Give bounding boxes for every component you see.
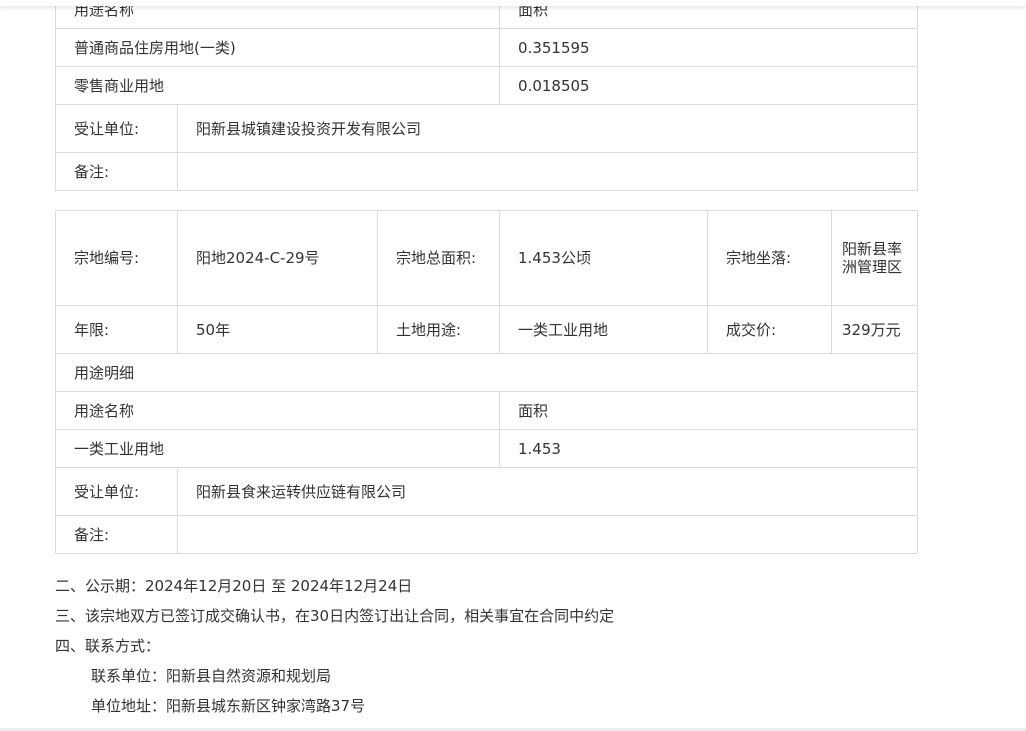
usage-header-row: 用途名称 面积 <box>55 391 918 430</box>
transferee-value: 阳新县城镇建设投资开发有限公司 <box>176 104 919 153</box>
total-area-value: 1.453公顷 <box>499 210 708 306</box>
usage-detail-row: 用途明细 <box>55 353 918 392</box>
table-row: 普通商品住房用地(一类) 0.351595 <box>54 28 919 67</box>
location-label: 宗地坐落: <box>707 210 832 306</box>
announcement-notes: 二、公示期：2024年12月20日 至 2024年12月24日 三、该宗地双方已… <box>55 571 955 721</box>
term-label: 年限: <box>55 305 178 354</box>
contact-title: 四、联系方式： <box>55 637 161 655</box>
table-row: 零售商业用地 0.018505 <box>54 66 919 105</box>
contact-unit: 联系单位：阳新县自然资源和规划局 <box>91 667 332 685</box>
parcel-number-label: 宗地编号: <box>55 210 178 306</box>
land-table-previous: 用途名称 面积 普通商品住房用地(一类) 0.351595 零售商业用地 0.0… <box>54 0 919 191</box>
contract-note: 三、该宗地双方已签订成交确认书，在30日内签订出让合同，相关事宜在合同中约定 <box>55 607 615 625</box>
area-cell: 0.351595 <box>499 28 919 67</box>
parcel-term-row: 年限: 50年 土地用途: 一类工业用地 成交价: 329万元 <box>55 305 918 354</box>
usage-name-header: 用途名称 <box>55 391 500 430</box>
land-table-parcel: 宗地编号: 阳地2024-C-29号 宗地总面积: 1.453公顷 宗地坐落: … <box>55 210 918 554</box>
remark-value <box>176 152 919 191</box>
price-value: 329万元 <box>831 305 918 354</box>
area-cell: 0.018505 <box>499 66 919 105</box>
usage-name-cell: 零售商业用地 <box>54 66 501 105</box>
remark-value <box>177 515 918 554</box>
usage-name-cell: 普通商品住房用地(一类) <box>54 28 501 67</box>
publicity-period: 二、公示期：2024年12月20日 至 2024年12月24日 <box>55 577 413 595</box>
area-cell: 1.453 <box>499 429 918 468</box>
parcel-number-value: 阳地2024-C-29号 <box>177 210 378 306</box>
transferee-value: 阳新县食来运转供应链有限公司 <box>177 467 918 516</box>
top-bar <box>0 0 1026 6</box>
transferee-row: 受让单位: 阳新县食来运转供应链有限公司 <box>55 467 918 516</box>
remark-label: 备注: <box>55 152 178 191</box>
transferee-label: 受让单位: <box>55 467 178 516</box>
usage-name-cell: 一类工业用地 <box>55 429 500 468</box>
land-use-value: 一类工业用地 <box>499 305 708 354</box>
land-use-label: 土地用途: <box>377 305 500 354</box>
remark-row: 备注: <box>55 515 918 554</box>
contact-address: 单位地址：阳新县城东新区钟家湾路37号 <box>91 697 366 715</box>
transferee-label: 受让单位: <box>55 104 178 153</box>
remark-row: 备注: <box>55 152 919 191</box>
table-row: 一类工业用地 1.453 <box>55 429 918 468</box>
price-label: 成交价: <box>707 305 832 354</box>
area-header: 面积 <box>499 391 918 430</box>
term-value: 50年 <box>177 305 378 354</box>
remark-label: 备注: <box>55 515 178 554</box>
location-value: 阳新县率洲管理区 <box>831 210 918 306</box>
transferee-row: 受让单位: 阳新县城镇建设投资开发有限公司 <box>55 104 919 153</box>
usage-detail-title: 用途明细 <box>55 353 918 392</box>
total-area-label: 宗地总面积: <box>377 210 500 306</box>
parcel-info-row: 宗地编号: 阳地2024-C-29号 宗地总面积: 1.453公顷 宗地坐落: … <box>55 210 918 306</box>
